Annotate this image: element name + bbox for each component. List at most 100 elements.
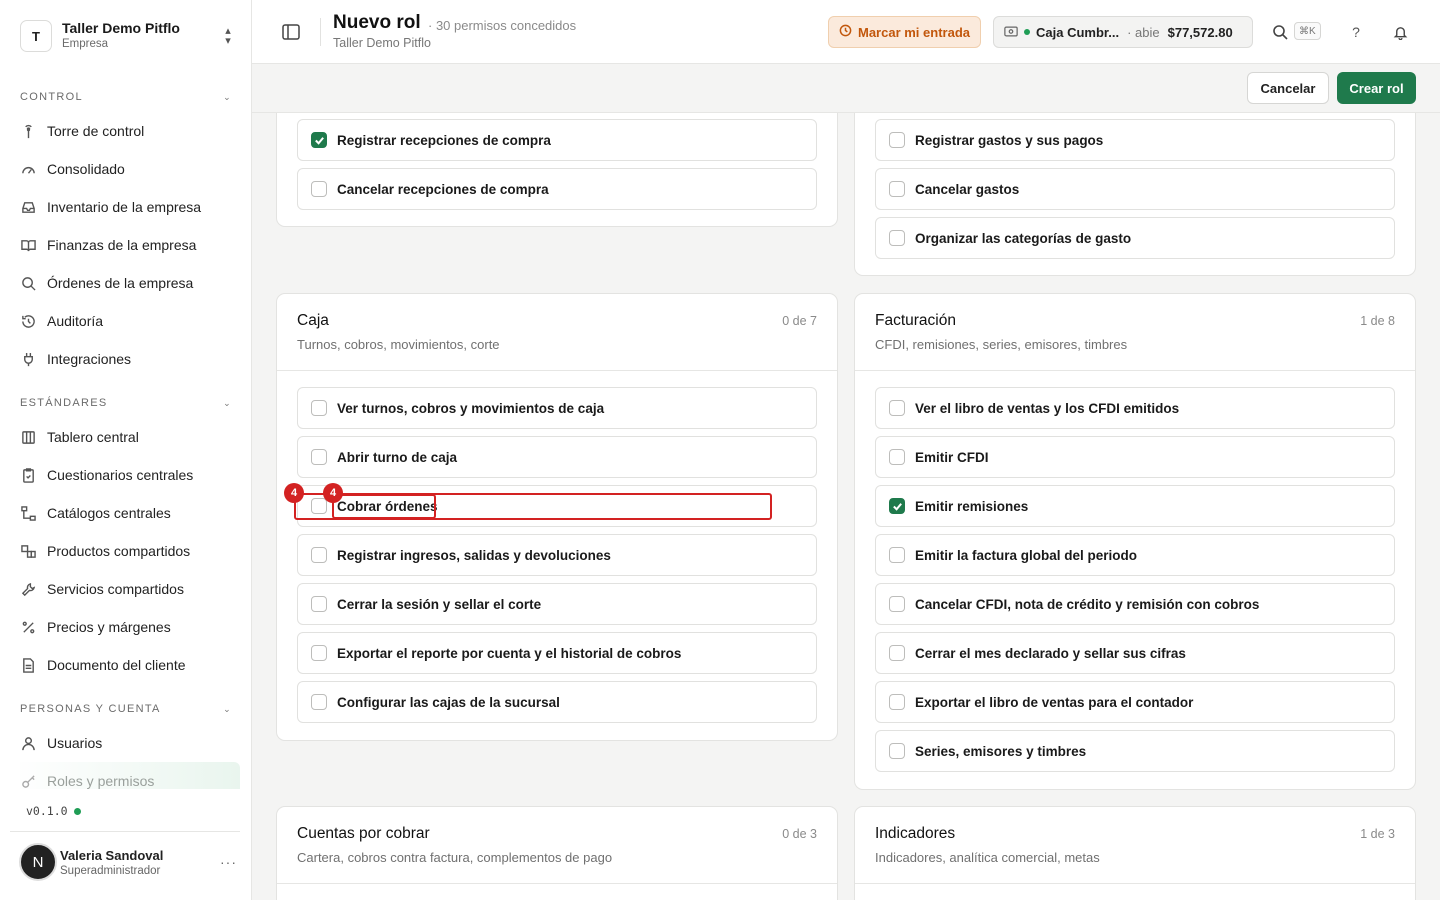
checkbox[interactable] (311, 400, 327, 416)
permission-item[interactable]: Abrir turno de caja (297, 436, 817, 478)
permission-item[interactable]: Emitir CFDI (875, 436, 1395, 478)
top-header: Nuevo rol · 30 permisos concedidos Talle… (252, 0, 1440, 64)
permission-item[interactable]: Emitir remisiones (875, 485, 1395, 527)
permission-item[interactable]: Cerrar el mes declarado y sellar sus cif… (875, 632, 1395, 674)
chevron-down-icon: ⌄ (223, 91, 232, 102)
sidebar-item-finanzas[interactable]: Finanzas de la empresa (20, 226, 240, 264)
section-header-estandares[interactable]: ESTÁNDARES ⌄ (20, 397, 232, 409)
permission-item[interactable]: Configurar las cajas de la sucursal (297, 681, 817, 723)
checkbox[interactable] (889, 694, 905, 710)
permission-item[interactable]: Ver el libro de ventas y los CFDI emitid… (875, 387, 1395, 429)
sidebar-toggle-icon[interactable] (282, 24, 300, 40)
permission-item[interactable]: Cancelar gastos (875, 168, 1395, 210)
create-role-button[interactable]: Crear rol (1337, 72, 1416, 104)
permission-item[interactable]: Registrar gastos y sus pagos (875, 119, 1395, 161)
check-icon (892, 502, 902, 511)
permission-item[interactable]: Organizar las categorías de gasto (875, 217, 1395, 259)
permission-item[interactable]: Exportar el libro de ventas para el cont… (875, 681, 1395, 723)
checkbox[interactable] (311, 596, 327, 612)
card-count: 0 de 7 (782, 314, 817, 328)
sidebar-item-inventario[interactable]: Inventario de la empresa (20, 188, 240, 226)
checkbox[interactable] (311, 132, 327, 148)
inbox-icon (20, 199, 36, 215)
nav-personas: Usuarios Roles y permisos (20, 724, 240, 789)
sidebar-item-productos[interactable]: Productos compartidos (20, 532, 240, 570)
page-subtitle: Taller Demo Pitflo (333, 36, 431, 50)
cash-register-selector[interactable]: Caja Cumbr... · abie $77,572.80 (993, 16, 1253, 48)
permission-card-compras: Registrar recepciones de compra Cancelar… (276, 113, 838, 227)
sidebar-item-consolidado[interactable]: Consolidado (20, 150, 240, 188)
org-type: Empresa (62, 38, 109, 50)
checkbox[interactable] (889, 596, 905, 612)
permission-card-facturacion: Facturación CFDI, remisiones, series, em… (854, 293, 1416, 790)
permission-count: · 30 permisos concedidos (428, 18, 577, 33)
clock-icon (839, 24, 852, 40)
permission-item[interactable]: Cerrar la sesión y sellar el corte (297, 583, 817, 625)
card-title: Caja (297, 312, 329, 329)
checkbox[interactable] (889, 645, 905, 661)
checkbox[interactable] (311, 694, 327, 710)
plug-icon (20, 351, 36, 367)
checkbox[interactable] (889, 449, 905, 465)
sidebar-item-catalogos[interactable]: Catálogos centrales (20, 494, 240, 532)
checkbox[interactable] (889, 547, 905, 563)
org-switcher[interactable]: T Taller Demo Pitflo Empresa ▴ ▾ (20, 18, 236, 54)
permission-item[interactable]: Exportar el reporte por cuenta y el hist… (297, 632, 817, 674)
permission-item[interactable]: Registrar recepciones de compra (297, 119, 817, 161)
sidebar-item-roles[interactable]: Roles y permisos (20, 762, 240, 789)
checkbox[interactable] (311, 645, 327, 661)
org-name: Taller Demo Pitflo (62, 20, 180, 36)
chevron-updown-icon: ▴ ▾ (225, 25, 231, 47)
sidebar-item-ordenes[interactable]: Órdenes de la empresa (20, 264, 240, 302)
checkbox[interactable] (889, 132, 905, 148)
sidebar-item-cuestionarios[interactable]: Cuestionarios centrales (20, 456, 240, 494)
columns-icon (20, 429, 36, 445)
divider (320, 18, 321, 46)
cancel-button[interactable]: Cancelar (1247, 72, 1329, 104)
key-icon (20, 773, 36, 789)
page-title: Nuevo rol (333, 12, 421, 33)
sidebar-item-auditoria[interactable]: Auditoría (20, 302, 240, 340)
help-icon[interactable]: ? (1346, 22, 1366, 42)
gauge-icon (20, 161, 36, 177)
card-title: Facturación (875, 312, 956, 329)
sidebar-item-tablero[interactable]: Tablero central (20, 418, 240, 456)
sidebar-item-precios[interactable]: Precios y márgenes (20, 608, 240, 646)
checkbox[interactable] (889, 400, 905, 416)
cash-icon (1004, 25, 1018, 40)
nav-estandares: Tablero central Cuestionarios centrales … (20, 418, 240, 684)
sidebar-item-usuarios[interactable]: Usuarios (20, 724, 240, 762)
sidebar-item-servicios[interactable]: Servicios compartidos (20, 570, 240, 608)
permission-item[interactable]: Series, emisores y timbres (875, 730, 1395, 772)
checkbox[interactable] (311, 547, 327, 563)
card-count: 0 de 3 (782, 827, 817, 841)
permission-item[interactable]: Cancelar recepciones de compra (297, 168, 817, 210)
checkbox[interactable] (311, 181, 327, 197)
section-header-control[interactable]: CONTROL ⌄ (20, 91, 232, 103)
permission-item[interactable]: Emitir la factura global del periodo (875, 534, 1395, 576)
clock-in-button[interactable]: Marcar mi entrada (828, 16, 981, 48)
checkbox[interactable] (311, 449, 327, 465)
clipboard-icon (20, 467, 36, 483)
sidebar-item-documento[interactable]: Documento del cliente (20, 646, 240, 684)
permission-item[interactable]: Ver turnos, cobros y movimientos de caja (297, 387, 817, 429)
user-menu[interactable]: N Valeria Sandoval Superadministrador ··… (19, 842, 237, 882)
card-description: CFDI, remisiones, series, emisores, timb… (875, 337, 1128, 352)
bell-icon[interactable] (1390, 22, 1410, 42)
checkbox[interactable] (889, 743, 905, 759)
permission-item[interactable]: Cancelar CFDI, nota de crédito y remisió… (875, 583, 1395, 625)
permission-item[interactable]: Registrar ingresos, salidas y devolucion… (297, 534, 817, 576)
search-icon[interactable] (1270, 22, 1290, 42)
section-header-personas[interactable]: PERSONAS Y CUENTA ⌄ (20, 703, 232, 715)
sidebar-item-torre[interactable]: Torre de control (20, 112, 240, 150)
checkbox[interactable] (889, 498, 905, 514)
more-icon[interactable]: ··· (220, 854, 237, 870)
permissions-grid[interactable]: Registrar recepciones de compra Cancelar… (252, 113, 1440, 900)
sidebar-item-integraciones[interactable]: Integraciones (20, 340, 240, 378)
annotation-badge: 4 (284, 483, 304, 503)
checkbox[interactable] (889, 181, 905, 197)
wrench-icon (20, 581, 36, 597)
permission-card-gastos: Registrar gastos y sus pagos Cancelar ga… (854, 113, 1416, 276)
checkbox[interactable] (889, 230, 905, 246)
card-count: 1 de 3 (1360, 827, 1395, 841)
